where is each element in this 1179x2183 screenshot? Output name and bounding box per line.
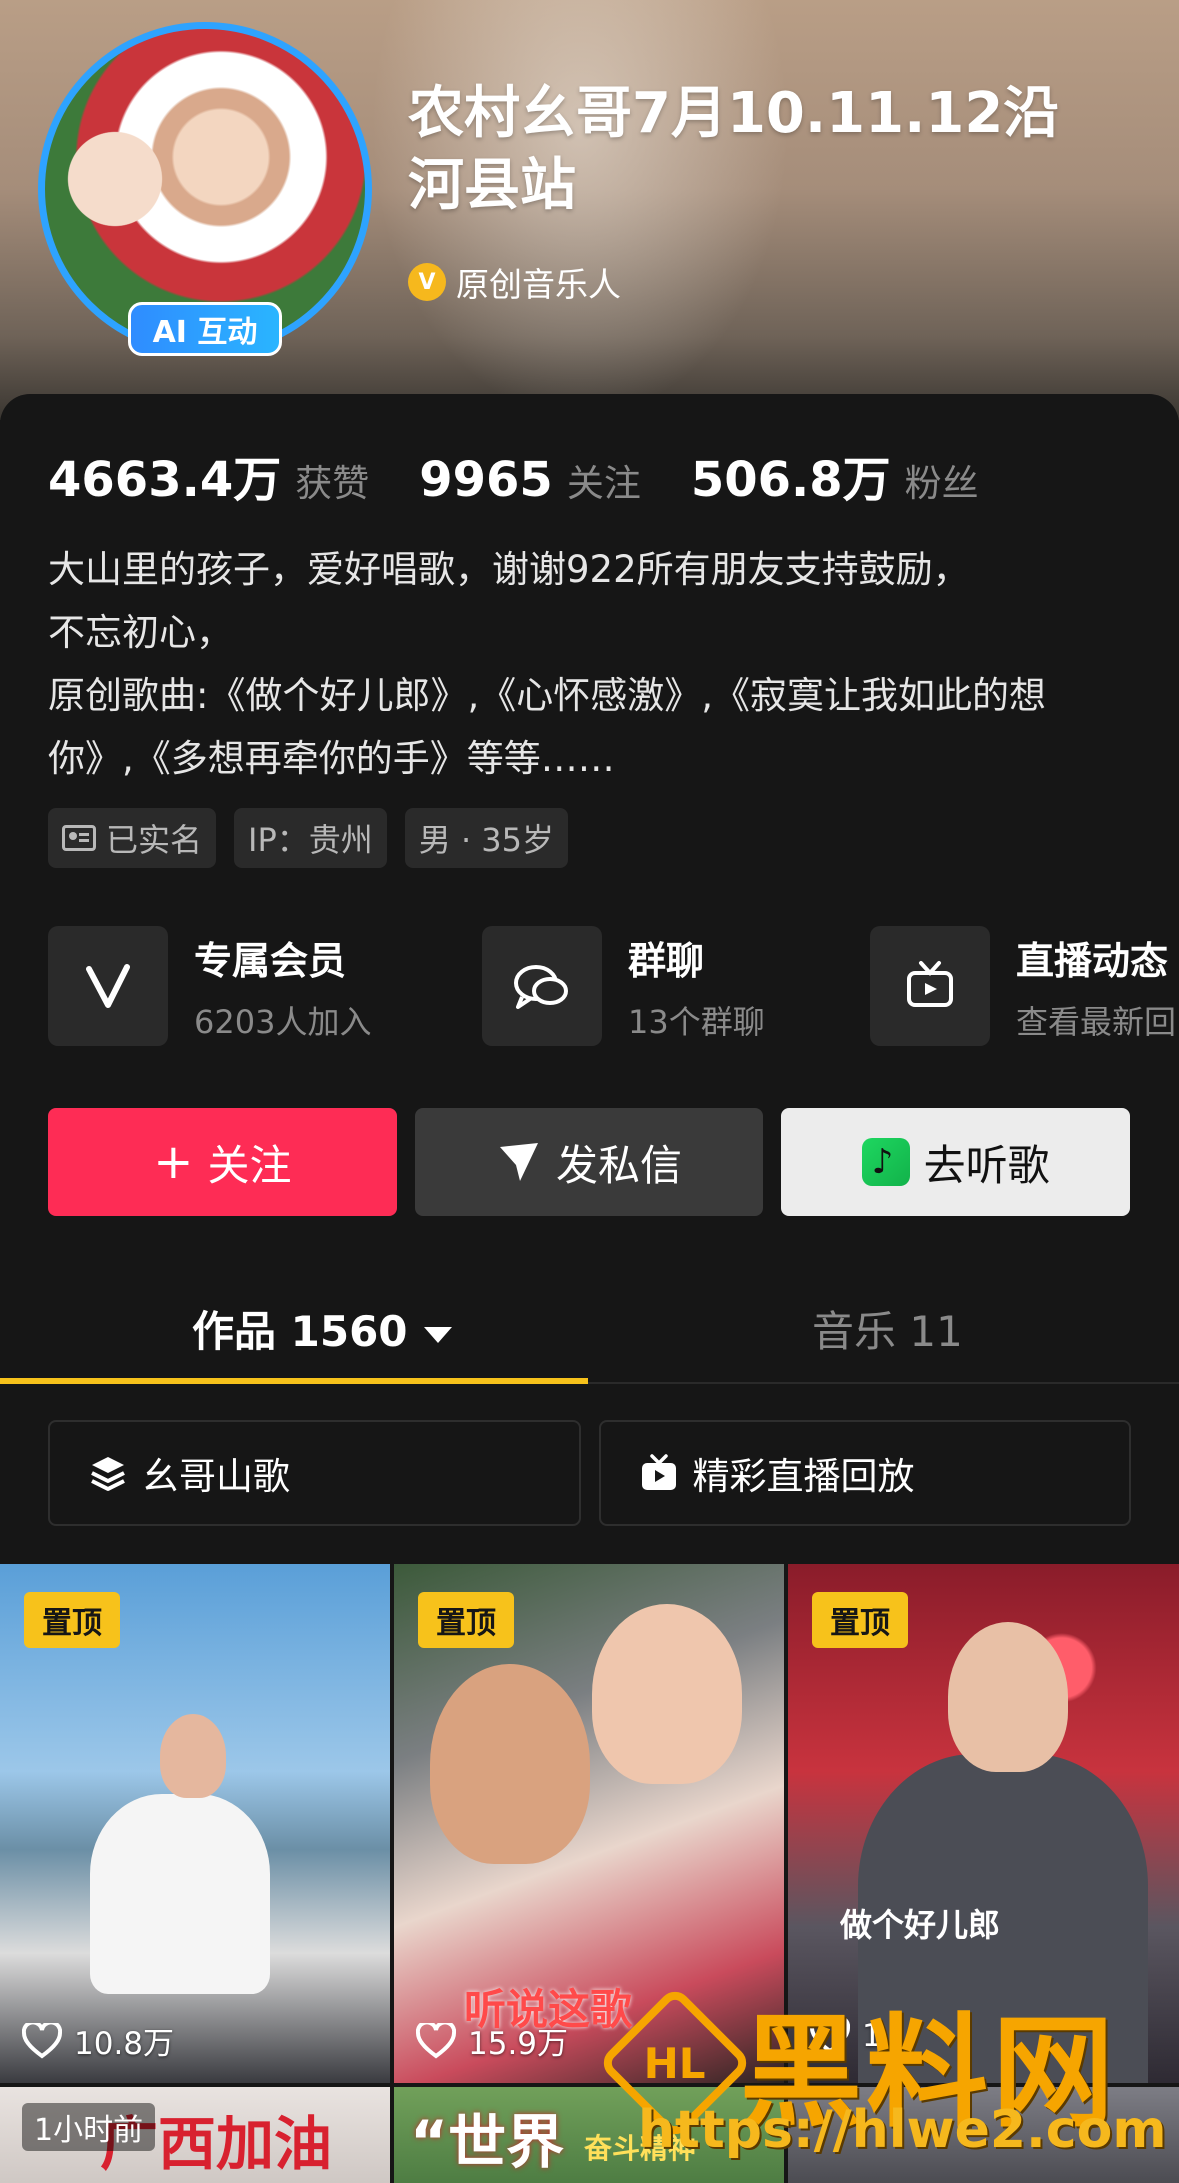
profile-tags: 已实名 IP：贵州 男 · 35岁	[48, 808, 569, 868]
collection-label: 幺哥山歌	[142, 1455, 290, 1498]
like-count-value: 10.8万	[74, 2026, 175, 2062]
video-thumbnail[interactable]: 广西加油 1小时前	[0, 2087, 390, 2183]
feature-title: 专属会员	[194, 938, 347, 983]
likes-count[interactable]: 4663.4万	[48, 440, 281, 510]
verification-text: 原创音乐人	[456, 265, 621, 304]
tv-icon	[870, 926, 990, 1046]
pinned-badge: 置顶	[24, 1592, 120, 1648]
caret-down-icon[interactable]	[423, 1326, 452, 1343]
followers-count[interactable]: 506.8万	[691, 440, 891, 510]
tab-works-label: 作品 1560	[192, 1307, 408, 1356]
time-badge: 1小时前	[22, 2103, 156, 2151]
message-label: 发私信	[556, 1140, 683, 1190]
id-card-icon	[62, 825, 96, 851]
stats-row: 4663.4万 获赞 9965 关注 506.8万 粉丝	[48, 440, 1029, 510]
feature-group-chat[interactable]: 群聊 13个群聊	[482, 926, 765, 1046]
plus-icon: +	[153, 1134, 194, 1190]
message-button[interactable]: 发私信	[414, 1108, 764, 1216]
ai-interact-badge[interactable]: AI 互动	[128, 302, 282, 356]
person-figure	[90, 1794, 270, 1994]
tag-real-name: 已实名	[48, 808, 217, 868]
v-badge-icon: V	[408, 263, 446, 301]
collections-row: 幺哥山歌 精彩直播回放	[48, 1420, 1131, 1526]
action-buttons: + 关注 发私信 去听歌	[48, 1108, 1131, 1216]
tag-ip: IP：贵州	[234, 808, 387, 868]
feature-subtitle: 6203人加入	[194, 1002, 372, 1041]
profile-name-line1: 农村幺哥7月10.11.12沿	[408, 81, 1060, 146]
profile-name: 农村幺哥7月10.11.12沿 河县站	[408, 78, 1108, 222]
bio: 大山里的孩子，爱好唱歌，谢谢922所有朋友支持鼓励， 不忘初心， 原创歌曲:《做…	[48, 538, 1148, 790]
live-tv-icon	[641, 1454, 676, 1490]
person-figure	[430, 1664, 590, 1864]
watermark-logo-text: HL	[644, 2037, 706, 2087]
send-icon	[500, 1143, 538, 1181]
tab-works[interactable]: 作品 1560	[192, 1298, 452, 1359]
feature-subtitle: 查看最新回	[1016, 1002, 1177, 1041]
heart-icon	[22, 2022, 62, 2058]
following-count[interactable]: 9965	[419, 452, 553, 508]
profile-name-line2: 河县站	[408, 153, 576, 218]
tag-label: 已实名	[106, 821, 203, 859]
like-count-value: 15.9万	[468, 2026, 569, 2062]
feature-title: 群聊	[628, 938, 705, 983]
collection-label: 精彩直播回放	[692, 1455, 915, 1498]
bio-line: 不忘初心，	[48, 611, 233, 654]
feature-subtitle: 13个群聊	[628, 1002, 765, 1041]
cover-text: “世界	[410, 2108, 565, 2176]
bio-line: 原创歌曲:《做个好儿郎》,《心怀感激》,《寂寞让我如此的想	[48, 674, 1046, 717]
bio-line: 你》,《多想再牵你的手》等等……	[48, 737, 615, 780]
followers-label: 粉丝	[904, 462, 979, 505]
feature-live-updates[interactable]: 直播动态 查看最新回	[870, 926, 1176, 1046]
music-app-icon	[861, 1138, 910, 1186]
active-tab-indicator	[0, 1378, 588, 1384]
tab-music[interactable]: 音乐 11	[812, 1298, 963, 1359]
person-figure	[948, 1622, 1068, 1772]
pinned-badge: 置顶	[812, 1592, 908, 1648]
pinned-badge: 置顶	[418, 1592, 514, 1648]
layers-icon	[91, 1457, 125, 1491]
collection-mountain-songs[interactable]: 幺哥山歌	[48, 1420, 581, 1526]
person-figure	[160, 1714, 226, 1798]
content-tabs: 作品 1560 音乐 11	[0, 1278, 1179, 1384]
listen-label: 去听歌	[923, 1140, 1050, 1190]
verification-label[interactable]: V 原创音乐人	[408, 258, 621, 306]
follow-button[interactable]: + 关注	[48, 1108, 397, 1216]
heart-icon	[416, 2022, 456, 2058]
feature-title: 直播动态	[1016, 938, 1169, 983]
follow-label: 关注	[207, 1140, 292, 1190]
bio-line: 大山里的孩子，爱好唱歌，谢谢922所有朋友支持鼓励，	[48, 548, 970, 591]
feature-entries: 专属会员 6203人加入 群聊 13个群聊 直播动态 查看最新回	[48, 926, 1179, 1050]
like-count: 15.9万	[416, 2018, 568, 2063]
feature-membership[interactable]: 专属会员 6203人加入	[48, 926, 371, 1046]
tag-label: 男 · 35岁	[418, 821, 555, 859]
v-icon	[48, 926, 168, 1046]
likes-label: 获赞	[295, 462, 370, 505]
watermark-url: https://hlwe2.com	[638, 2100, 1167, 2160]
video-thumbnail[interactable]: 置顶 10.8万	[0, 1564, 390, 2083]
collection-live-replays[interactable]: 精彩直播回放	[598, 1420, 1131, 1526]
tag-label: IP：贵州	[248, 821, 373, 859]
following-label: 关注	[566, 462, 641, 505]
listen-music-button[interactable]: 去听歌	[781, 1108, 1131, 1216]
cover-text: 做个好儿郎	[840, 1906, 1001, 1944]
chat-bubbles-icon	[482, 926, 602, 1046]
like-count: 10.8万	[22, 2018, 174, 2063]
person-figure	[592, 1604, 742, 1784]
tag-gender-age: 男 · 35岁	[404, 808, 569, 868]
